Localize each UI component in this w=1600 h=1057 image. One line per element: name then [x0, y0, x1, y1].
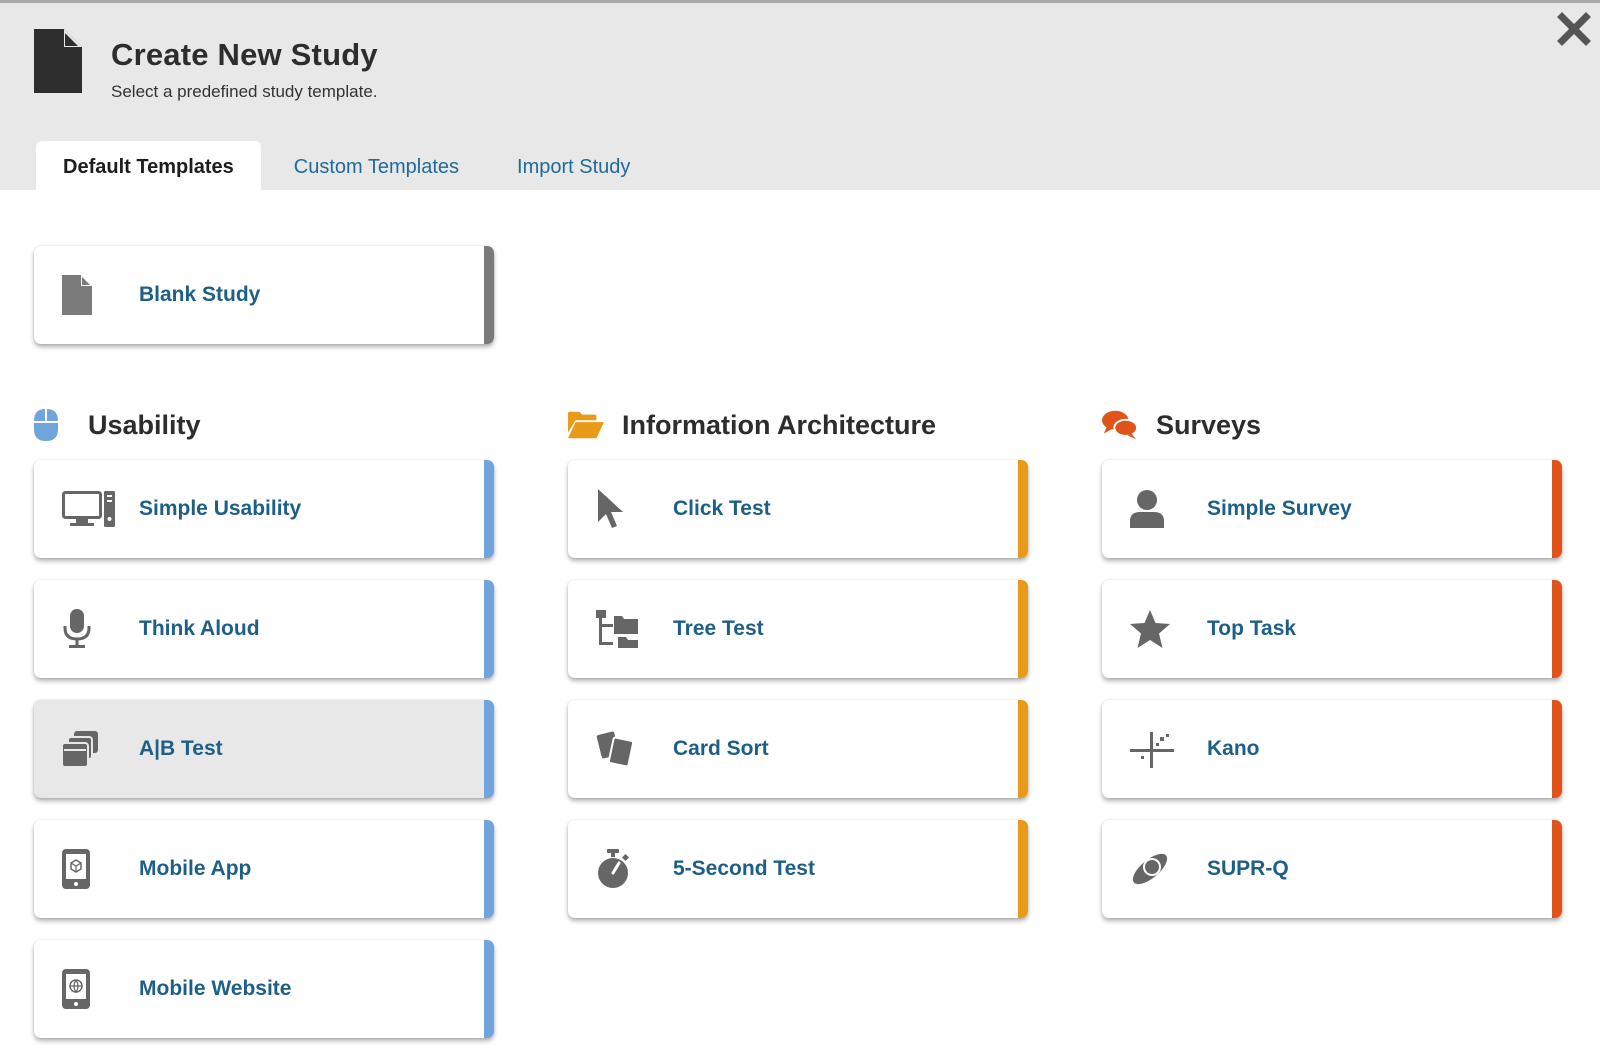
tab-custom-templates[interactable]: Custom Templates: [267, 141, 486, 193]
tree-icon: [596, 605, 652, 653]
file-icon: [62, 271, 118, 319]
template-card-tree-test[interactable]: Tree Test: [568, 580, 1028, 678]
dialog-header: Create New Study Select a predefined stu…: [0, 0, 1600, 193]
template-card-click-test[interactable]: Click Test: [568, 460, 1028, 558]
card-accent-bar: [484, 460, 494, 558]
tab-import-study[interactable]: Import Study: [490, 141, 657, 193]
card-accent-bar: [484, 700, 494, 798]
card-label: Think Aloud: [139, 617, 260, 640]
close-icon[interactable]: [1556, 11, 1592, 47]
card-label: Blank Study: [139, 283, 261, 306]
card-accent-bar: [1018, 580, 1028, 678]
section-title: Usability: [88, 409, 201, 440]
mouse-icon: [34, 408, 70, 442]
card-accent-bar: [484, 580, 494, 678]
chat-bubbles-icon: [1102, 408, 1138, 442]
document-icon: [34, 29, 82, 93]
kano-axes-icon: [1130, 725, 1186, 773]
section-information-architecture: Information Architecture: [568, 405, 936, 445]
stopwatch-icon: [596, 845, 652, 893]
section-title: Information Architecture: [622, 409, 937, 440]
mobile-app-icon: [62, 845, 118, 893]
cursor-icon: [596, 485, 652, 533]
mobile-web-icon: [62, 965, 118, 1013]
cards-icon: [596, 725, 652, 773]
window-stack-icon: [62, 725, 118, 773]
card-label: Card Sort: [673, 737, 769, 760]
card-label: Mobile Website: [139, 977, 292, 1000]
card-accent-bar: [484, 820, 494, 918]
template-card-kano[interactable]: Kano: [1102, 700, 1562, 798]
card-label: Simple Survey: [1207, 497, 1352, 520]
page-subtitle: Select a predefined study template.: [111, 82, 378, 101]
section-usability: Usability: [34, 405, 201, 445]
section-title: Surveys: [1156, 409, 1262, 440]
card-label: A|B Test: [139, 737, 223, 760]
tab-default-templates[interactable]: Default Templates: [36, 141, 261, 193]
template-card-mobile-website[interactable]: Mobile Website: [34, 940, 494, 1038]
card-label: Mobile App: [139, 857, 252, 880]
blank-study-card[interactable]: Blank Study: [34, 246, 494, 344]
template-card-mobile-app[interactable]: Mobile App: [34, 820, 494, 918]
user-icon: [1130, 485, 1186, 533]
planet-icon: [1130, 845, 1186, 893]
template-card-5-second-test[interactable]: 5-Second Test: [568, 820, 1028, 918]
template-card-think-aloud[interactable]: Think Aloud: [34, 580, 494, 678]
page-title: Create New Study: [111, 37, 378, 72]
card-accent-bar: [1552, 700, 1562, 798]
card-label: Kano: [1207, 737, 1260, 760]
template-card-ab-test[interactable]: A|B Test: [34, 700, 494, 798]
template-tabs: Default Templates Custom Templates Impor…: [36, 141, 657, 193]
card-accent-bar: [1552, 820, 1562, 918]
card-accent-bar: [1018, 460, 1028, 558]
card-label: Simple Usability: [139, 497, 302, 520]
template-card-top-task[interactable]: Top Task: [1102, 580, 1562, 678]
folder-open-icon: [568, 408, 604, 442]
template-card-card-sort[interactable]: Card Sort: [568, 700, 1028, 798]
card-label: 5-Second Test: [673, 857, 815, 880]
card-label: Tree Test: [673, 617, 764, 640]
template-card-supr-q[interactable]: SUPR-Q: [1102, 820, 1562, 918]
card-accent-bar: [1018, 820, 1028, 918]
section-surveys: Surveys: [1102, 405, 1261, 445]
card-accent-bar: [1552, 460, 1562, 558]
card-label: Click Test: [673, 497, 771, 520]
card-accent-bar: [1552, 580, 1562, 678]
template-card-simple-survey[interactable]: Simple Survey: [1102, 460, 1562, 558]
star-icon: [1130, 605, 1186, 653]
card-accent-bar: [484, 246, 494, 344]
desktop-computer-icon: [62, 485, 118, 533]
card-label: SUPR-Q: [1207, 857, 1289, 880]
template-card-simple-usability[interactable]: Simple Usability: [34, 460, 494, 558]
card-label: Top Task: [1207, 617, 1297, 640]
microphone-icon: [62, 605, 118, 653]
card-accent-bar: [1018, 700, 1028, 798]
card-accent-bar: [484, 940, 494, 1038]
